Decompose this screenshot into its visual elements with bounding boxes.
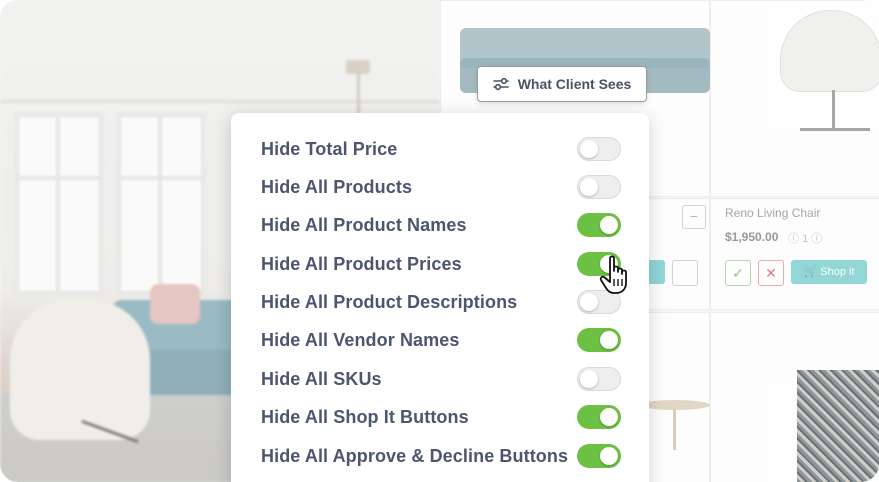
toggle-knob <box>580 293 598 311</box>
setting-row-shop-it-buttons: Hide All Shop It Buttons <box>261 398 621 436</box>
setting-label: Hide All Shop It Buttons <box>261 406 469 427</box>
curtain-rod <box>0 100 440 103</box>
toggle-knob <box>580 370 598 388</box>
info-icon: ⓘ <box>788 233 799 245</box>
setting-label: Hide All Product Names <box>261 214 467 235</box>
product-name: Reno Living Chair <box>725 206 821 220</box>
hand-pointer-icon <box>599 255 633 297</box>
setting-row-vendor-names: Hide All Vendor Names <box>261 321 621 359</box>
toggle-knob <box>600 216 618 234</box>
what-client-sees-label: What Client Sees <box>517 76 632 92</box>
comment-button[interactable] <box>672 260 698 286</box>
setting-label: Hide All Approve & Decline Buttons <box>261 445 569 466</box>
chair-base <box>800 128 870 131</box>
side-table-leg <box>673 410 676 450</box>
toggle-approve-decline-buttons[interactable] <box>577 444 621 468</box>
decline-button[interactable]: ✕ <box>758 260 784 286</box>
room-window <box>116 112 206 296</box>
product-quantity: ⓘ 1 ⓘ <box>788 230 822 246</box>
what-client-sees-button[interactable]: What Client Sees <box>477 66 647 102</box>
setting-label: Hide All SKUs <box>261 368 382 389</box>
app-frame: − Reno Living Chair $1,950.00 ⓘ 1 ⓘ ✓ ✕ … <box>0 0 879 482</box>
setting-label: Hide All Vendor Names <box>261 329 460 350</box>
setting-row-skus: Hide All SKUs <box>261 360 621 398</box>
setting-label: Hide All Product Descriptions <box>261 291 518 312</box>
toggle-knob <box>600 447 618 465</box>
rug-pattern-image <box>797 370 879 482</box>
check-icon: ✓ <box>732 265 744 281</box>
side-table-image <box>640 400 710 410</box>
toggle-knob <box>580 178 598 196</box>
setting-label: Hide All Products <box>261 176 413 197</box>
pillow <box>150 284 200 324</box>
x-icon: ✕ <box>765 265 777 281</box>
setting-label: Hide All Product Prices <box>261 253 462 274</box>
chair-stem <box>832 90 835 128</box>
setting-row-total-price: Hide Total Price <box>261 130 621 168</box>
shop-it-button[interactable]: 🛒 Shop it <box>791 260 867 284</box>
toggle-vendor-names[interactable] <box>577 328 621 352</box>
toggle-knob <box>600 331 618 349</box>
info-icon: ⓘ <box>811 233 823 245</box>
setting-row-approve-decline-buttons: Hide All Approve & Decline Buttons <box>261 437 621 475</box>
lounge-chair <box>10 300 150 440</box>
setting-row-product-descriptions: Hide All Product Descriptions <box>261 283 621 321</box>
setting-row-all-products: Hide All Products <box>261 168 621 206</box>
shop-it-label: Shop it <box>820 266 855 278</box>
toggle-all-products[interactable] <box>577 175 621 199</box>
room-window <box>14 112 104 296</box>
toggle-total-price[interactable] <box>577 137 621 161</box>
sliders-icon <box>492 77 509 91</box>
setting-row-product-prices: Hide All Product Prices <box>261 245 621 283</box>
client-visibility-panel: Hide Total Price Hide All Products Hide … <box>231 113 649 482</box>
toggle-knob <box>580 140 598 158</box>
product-price: $1,950.00 <box>725 230 779 244</box>
toggle-skus[interactable] <box>577 367 621 391</box>
quantity-value: 1 <box>802 233 809 245</box>
setting-row-product-names: Hide All Product Names <box>261 206 621 244</box>
remove-button[interactable]: − <box>682 205 706 229</box>
toggle-knob <box>600 408 618 426</box>
toggle-product-names[interactable] <box>577 213 621 237</box>
approve-button[interactable]: ✓ <box>725 260 751 286</box>
setting-label: Hide Total Price <box>261 138 398 159</box>
toggle-shop-it-buttons[interactable] <box>577 405 621 429</box>
